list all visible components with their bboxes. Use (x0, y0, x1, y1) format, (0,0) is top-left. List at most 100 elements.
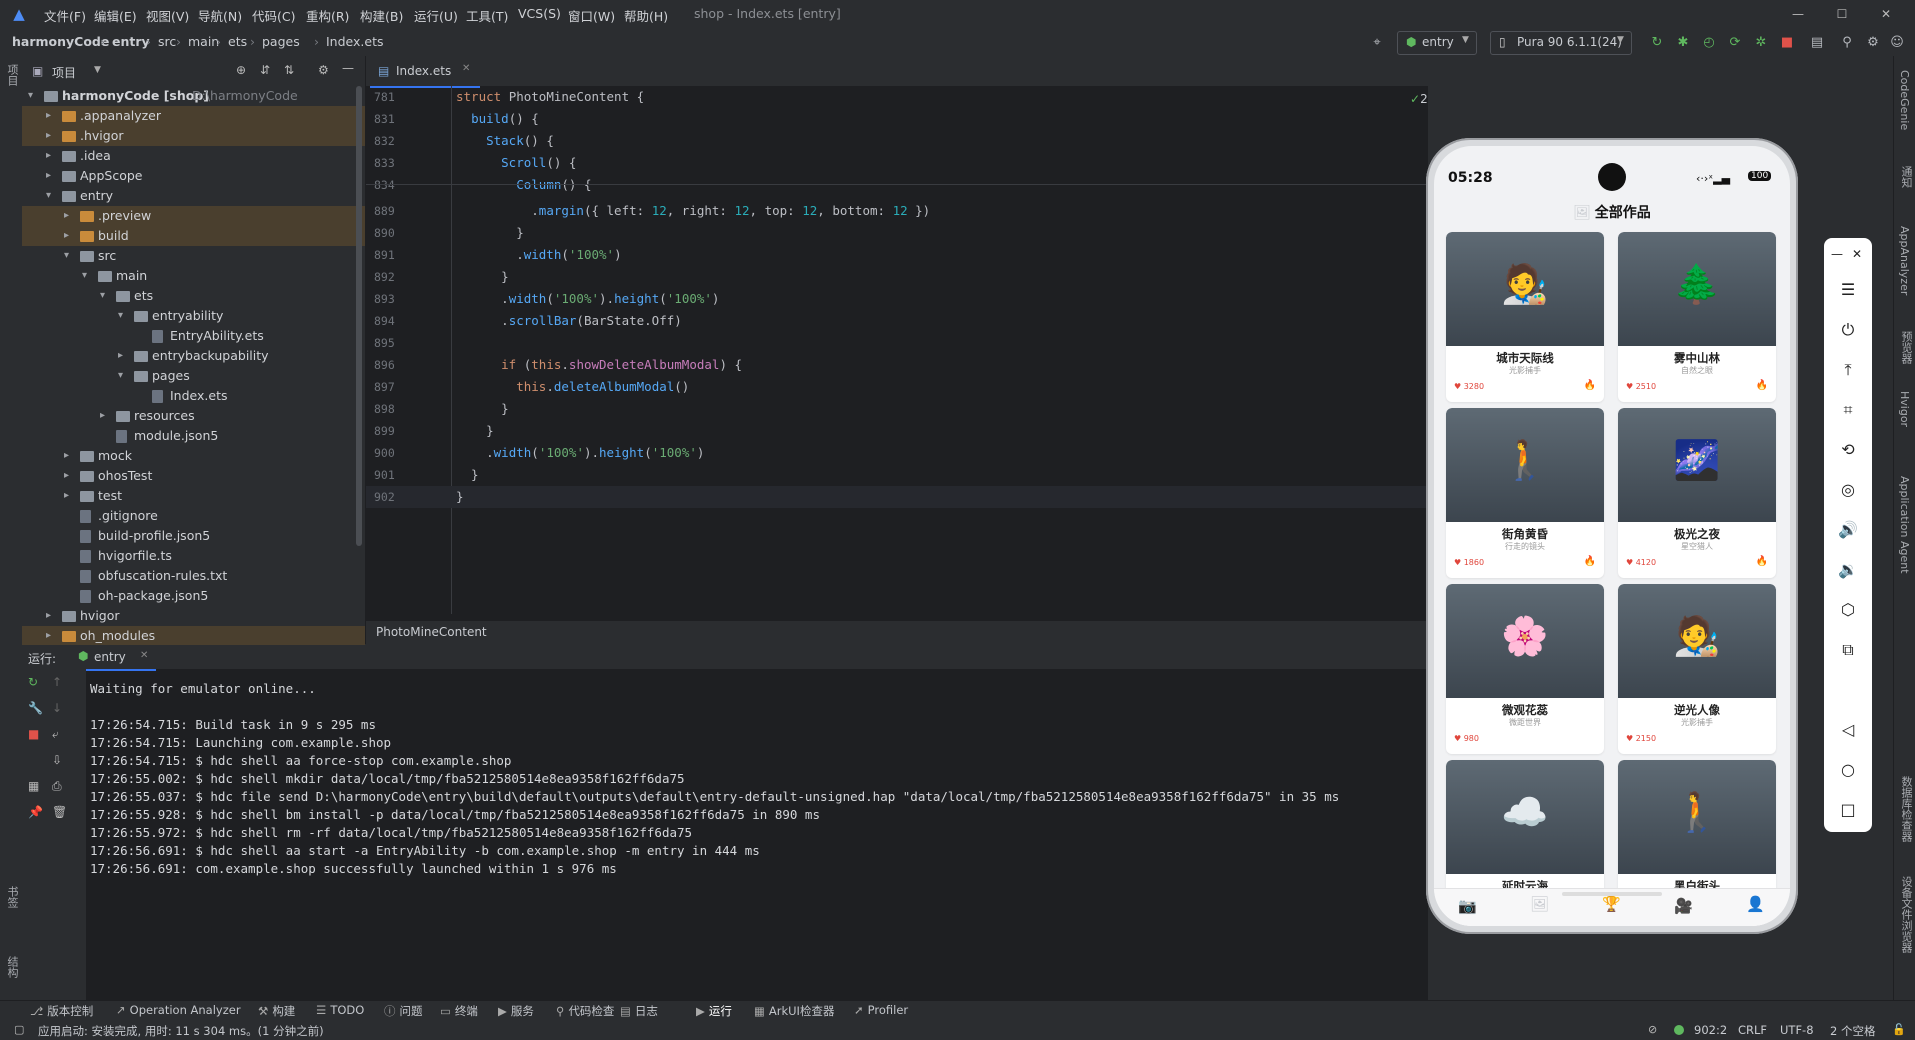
device-select[interactable]: ▯ Pura 90 6.1.1(24) ▼ (1490, 31, 1632, 55)
trash-icon[interactable]: 🗑 (52, 805, 67, 819)
chevron-right-icon[interactable]: ▸ (46, 126, 58, 146)
menu-item[interactable]: 文件(F) (44, 6, 86, 25)
menu-item[interactable]: VCS(S) (518, 6, 561, 21)
hide-panel-icon[interactable]: — (342, 61, 354, 75)
bottom-tool-button[interactable]: ⎇ 版本控制 (30, 1003, 93, 1019)
profile-tab-icon[interactable]: 👤 (1746, 895, 1765, 913)
chevron-right-icon[interactable]: ▸ (46, 106, 58, 126)
menu-item[interactable]: 代码(C) (252, 6, 295, 25)
work-card[interactable]: 🌸 微观花蕊 微距世界 ♥ 980 (1446, 584, 1604, 754)
tree-item[interactable]: ▾ harmonyCode [shop] D:\harmonyCode (22, 86, 365, 106)
tree-item[interactable]: ▾ pages (22, 366, 365, 386)
tree-item[interactable]: ▸ oh_modules (22, 626, 365, 646)
editor-tab[interactable]: ▤ Index.ets ✕ (370, 56, 480, 88)
chevron-right-icon[interactable]: ▸ (64, 486, 76, 506)
code-line[interactable]: 899 } (366, 420, 1428, 442)
power-icon[interactable]: ⏻ (1836, 318, 1860, 342)
bottom-tool-button[interactable]: ▶ 服务 (498, 1003, 534, 1019)
tree-item[interactable]: ▾ main (22, 266, 365, 286)
project-tool-tab[interactable]: 项目 (4, 64, 20, 86)
tree-item[interactable]: module.json5 (22, 426, 365, 446)
chevron-right-icon[interactable]: ▸ (46, 146, 58, 166)
close-icon[interactable]: ✕ (1848, 242, 1866, 266)
tree-item[interactable]: oh-package.json5 (22, 586, 365, 606)
locate-icon[interactable]: ⊕ (236, 63, 246, 77)
print-icon[interactable]: ⎙ (52, 779, 62, 794)
menu-item[interactable]: 重构(R) (306, 6, 349, 25)
chevron-right-icon[interactable]: ▸ (46, 166, 58, 186)
tree-item[interactable]: ▸ hvigor (22, 606, 365, 626)
minimize-icon[interactable]: — (1828, 242, 1846, 266)
account-icon[interactable]: ☺ (1888, 33, 1906, 51)
bottom-tool-button[interactable]: ⚲ 代码检查 (556, 1003, 614, 1019)
code-line[interactable]: 894 .scrollBar(BarState.Off) (366, 310, 1428, 332)
inspection-widget[interactable]: ✓2 (1410, 92, 1428, 106)
tree-item[interactable]: ▸ ohosTest (22, 466, 365, 486)
stop-icon[interactable]: ■ (28, 727, 39, 741)
profile-icon[interactable]: ◴ (1700, 33, 1718, 51)
chevron-right-icon[interactable]: ▸ (64, 206, 76, 226)
breadcrumb-item[interactable]: entry (112, 34, 150, 49)
right-tool-tab[interactable]: Hvigor (1898, 391, 1911, 427)
work-card[interactable]: 🧑‍🎨 逆光人像 光影捕手 ♥ 2150 (1618, 584, 1776, 754)
code-line[interactable]: 895 (366, 332, 1428, 354)
bottom-tool-button[interactable]: ▶ 运行 (696, 1003, 732, 1019)
code-line[interactable]: 901 } (366, 464, 1428, 486)
device-manager-icon[interactable]: ▤ (1808, 33, 1826, 51)
code-line[interactable]: 893 .width('100%').height('100%') (366, 288, 1428, 310)
right-tool-tab[interactable]: 数据库检查器 (1898, 776, 1914, 842)
rerun-icon[interactable]: ↻ (1648, 33, 1666, 51)
chevron-right-icon[interactable]: ▸ (64, 466, 76, 486)
tree-item[interactable]: ▸ test (22, 486, 365, 506)
tree-item[interactable]: ▸ .preview (22, 206, 365, 226)
chevron-down-icon[interactable]: ▾ (118, 306, 130, 326)
code-line[interactable]: 890 } (366, 222, 1428, 244)
work-card[interactable]: 🌲 雾中山林 自然之眼 ♥ 2510 🔥 (1618, 232, 1776, 402)
menu-icon[interactable]: ☰ (1836, 278, 1860, 302)
rerun-icon[interactable]: ↻ (28, 675, 38, 689)
bookmarks-tool-tab[interactable]: 书签 (4, 886, 20, 908)
maximize-icon[interactable]: ☐ (1832, 4, 1852, 24)
breadcrumb-item[interactable]: ets (228, 34, 247, 49)
tree-item[interactable]: ▸ mock (22, 446, 365, 466)
tree-item[interactable]: ▾ ets (22, 286, 365, 306)
minimize-icon[interactable]: — (1788, 4, 1808, 24)
tree-item[interactable]: Index.ets (22, 386, 365, 406)
wrench-icon[interactable]: 🔧 (28, 701, 43, 715)
bottom-tool-button[interactable]: ▤ 日志 (620, 1003, 658, 1019)
code-line[interactable]: 889 .margin({ left: 12, right: 12, top: … (366, 200, 1428, 222)
target-icon[interactable]: ⌖ (1368, 33, 1386, 51)
bottom-tool-button[interactable]: ⓘ 问题 (384, 1003, 423, 1019)
menu-item[interactable]: 运行(U) (414, 6, 458, 25)
code-line[interactable]: 896 if (this.showDeleteAlbumModal) { (366, 354, 1428, 376)
home-icon[interactable]: ○ (1836, 758, 1860, 782)
expand-all-icon[interactable]: ⇵ (260, 63, 270, 77)
code-line[interactable]: 831 build() { (366, 108, 1428, 130)
stop-icon[interactable]: ■ (1778, 33, 1796, 51)
scroll-to-end-icon[interactable]: ⇩ (52, 753, 62, 767)
tree-item[interactable]: ▸ resources (22, 406, 365, 426)
chevron-down-icon[interactable]: ▼ (94, 65, 101, 75)
tree-scrollbar[interactable] (356, 86, 362, 546)
bottom-tool-button[interactable]: ⚒ 构建 (258, 1003, 295, 1019)
video-tab-icon[interactable]: 🎥 (1674, 897, 1693, 915)
code-line[interactable]: 892 } (366, 266, 1428, 288)
copy-icon[interactable]: ⧉ (1836, 638, 1860, 662)
pin-icon[interactable]: 📌 (28, 805, 43, 819)
code-line[interactable]: 900 .width('100%').height('100%') (366, 442, 1428, 464)
run-tab[interactable]: ⬢ entry ✕ (72, 645, 156, 671)
search-icon[interactable]: ⚲ (1838, 33, 1856, 51)
chevron-right-icon[interactable]: ▸ (100, 406, 112, 426)
right-tool-tab[interactable]: 通知 (1898, 166, 1914, 188)
code-line[interactable]: 891 .width('100%') (366, 244, 1428, 266)
code-line[interactable]: 834 Column() { (366, 174, 1428, 196)
collapse-all-icon[interactable]: ⇅ (284, 63, 294, 77)
bottom-tool-button[interactable]: ➚ Profiler (854, 1003, 908, 1017)
screenshot-icon[interactable]: ◎ (1836, 478, 1860, 502)
gallery-tab-icon[interactable]: 🖼 (1530, 895, 1549, 913)
chevron-down-icon[interactable]: ▾ (28, 86, 40, 106)
bottom-tool-button[interactable]: ☰ TODO (316, 1003, 364, 1017)
right-tool-tab[interactable]: 预览器 (1898, 331, 1914, 364)
close-tab-icon[interactable]: ✕ (140, 650, 148, 661)
work-card[interactable]: 🌌 极光之夜 星空猎人 ♥ 4120 🔥 (1618, 408, 1776, 578)
